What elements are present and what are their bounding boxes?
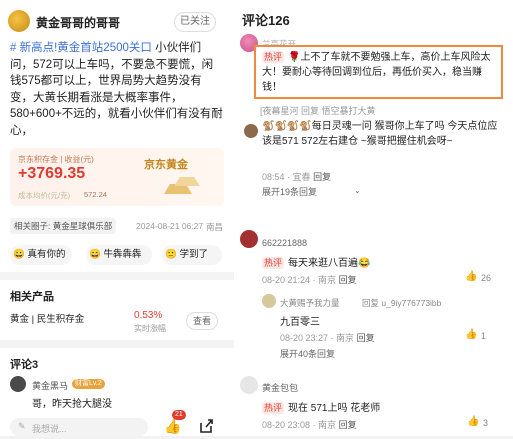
like-count: 3: [483, 418, 489, 428]
post-text: 小伙伴们问，572可以上车吗，不要急不要慌，闲钱575都可以上，世界局势大趋势没…: [10, 42, 223, 137]
reaction-label: 学到了: [179, 249, 208, 260]
holding-cost-value: 572.24: [84, 190, 107, 199]
hot-comment-text: 热评 🌹上不了车就不要勉强上车，高价上车风险太大！要耐心等待回调到位后，再低价买入…: [262, 50, 498, 95]
highlighted-comment: 热评 🌹上不了车就不要勉强上车，高价上车风险太大！要耐心等待回调到位后，再低价买入…: [254, 45, 503, 99]
slight-smile-icon: 🙂: [165, 249, 177, 260]
commenter-name[interactable]: 黄金包包: [262, 381, 298, 394]
holding-cost-label: 成本均价(元/克): [18, 191, 71, 200]
reaction-label: 牛犇犇犇: [103, 249, 142, 260]
related-products: 相关产品 黄金 | 民生积存金 0.53% 实时涨幅 查看: [0, 280, 234, 340]
commenter-avatar[interactable]: [240, 230, 258, 248]
comment-time: 08:54: [262, 172, 285, 182]
like-count-badge: 21: [172, 410, 186, 420]
commenter-avatar[interactable]: [10, 376, 26, 392]
like-count: 26: [481, 273, 492, 283]
like-count: 1: [481, 331, 487, 341]
comments-count-title: 评论126: [242, 13, 290, 28]
product-name[interactable]: 黄金 | 民生积存金: [10, 311, 84, 325]
reply-meta: [夜幕星河 回复 悟空暴打大黄: [260, 106, 376, 116]
post-timestamp: 2024-08-21 06:27: [136, 221, 204, 231]
comment-place: 南京: [318, 420, 337, 430]
comment-text: 现在 571上吗 花老师: [288, 403, 381, 414]
post-topic-link[interactable]: 黄金首站2500关口: [57, 42, 152, 54]
comment-text: 每天来逛八百遍😂: [288, 258, 371, 269]
reply-avatar[interactable]: [244, 124, 258, 138]
holding-card[interactable]: 京东积存金 | 收益(元) +3769.35 成本均价(元/克) 572.24 …: [10, 148, 224, 206]
reaction-niubenben[interactable]: 😄 牛犇犇犇: [86, 245, 152, 265]
commenter-name[interactable]: 662221888: [262, 238, 307, 248]
brand-logo: 京东黄金: [144, 159, 188, 171]
comment-text: 九百零三: [280, 317, 320, 328]
follow-button[interactable]: 已关注: [174, 12, 216, 32]
comment-place: 南京: [318, 275, 337, 285]
reply-button[interactable]: 回复: [339, 275, 357, 285]
post-body: # 新高点!黄金首站2500关口 小伙伴们问，572可以上车吗，不要急不要慌，闲…: [10, 40, 224, 139]
chevron-down-icon[interactable]: ⌄: [354, 186, 361, 195]
reaction-label: 真有你的: [27, 249, 66, 260]
thumbs-up-icon[interactable]: 👍: [465, 329, 477, 340]
hot-badge: 热评: [262, 51, 285, 63]
pencil-icon: ✎: [18, 421, 26, 431]
post-location: 南昌: [206, 222, 224, 232]
post-panel: 黄金哥哥的哥哥 已关注 # 新高点!黄金首站2500关口 小伙伴们问，572可以…: [0, 0, 234, 436]
comment-text: 🐒🐒🐒🐒每日灵魂一问 猴哥你上车了吗 今天点位应该是571 572左右建仓 ~猴…: [262, 121, 498, 147]
author-name[interactable]: 黄金哥哥的哥哥: [36, 14, 120, 31]
gold-bars-icon: [160, 174, 202, 196]
reaction-zhenyounide[interactable]: 😀 真有你的: [10, 245, 72, 265]
commenter-avatar[interactable]: [240, 376, 258, 394]
comment-line: 热评 现在 571上吗 花老师: [262, 399, 380, 414]
reply-button[interactable]: 回复: [339, 420, 357, 430]
post-card: 黄金哥哥的哥哥 已关注 # 新高点!黄金首站2500关口 小伙伴们问，572可以…: [0, 0, 234, 242]
related-title: 相关产品: [10, 291, 54, 303]
expand-replies[interactable]: 展开40条回复: [280, 347, 335, 360]
level-badge: 财富Lv.2: [72, 379, 105, 389]
hot-badge: 热评: [262, 257, 285, 269]
comment-time: 08-20 23:27: [280, 333, 329, 343]
related-circle-tag[interactable]: 相关圈子: 黄金星球俱乐部: [10, 218, 117, 234]
post-topic-tag[interactable]: # 新高点!: [10, 42, 57, 54]
comment-input[interactable]: ✎ 我想说...: [10, 418, 148, 436]
comment-place: 南京: [336, 333, 355, 343]
expand-replies[interactable]: 展开19条回复: [262, 185, 317, 198]
thumbs-up-icon[interactable]: 👍: [467, 416, 479, 427]
comment-time: 08-20 23:08: [262, 420, 311, 430]
smile-icon: 😄: [89, 249, 101, 260]
comment-text: 哥，昨天抢大腿没: [32, 399, 112, 410]
author-avatar[interactable]: [8, 10, 30, 32]
comments-panel: 评论126 兰亭花开 热评 🌹上不了车就不要勉强上车，高价上车风险太大！要耐心等待…: [234, 0, 513, 436]
comments-title: 评论3: [10, 359, 39, 371]
reply-button[interactable]: 回复: [313, 172, 331, 182]
reply-avatar[interactable]: [262, 294, 276, 308]
holding-value: +3769.35: [18, 165, 86, 182]
view-product-button[interactable]: 查看: [186, 312, 218, 330]
product-rate: 0.53%: [134, 310, 163, 321]
comment-time: 08-20 21:24: [262, 275, 311, 285]
reply-target: 回复 u_9iy776773ibb: [362, 298, 442, 308]
comment-place: 宜春: [292, 172, 311, 182]
share-icon[interactable]: [198, 418, 214, 434]
comment-input-placeholder: 我想说...: [32, 424, 67, 434]
thumbs-up-icon[interactable]: 👍: [164, 418, 181, 435]
product-rate-label: 实时涨幅: [134, 324, 166, 333]
commenter-name[interactable]: 大黄赐予我力量: [280, 297, 340, 309]
comment-line: 热评 每天来逛八百遍😂: [262, 254, 370, 269]
left-comments: 评论3 黄金黑马 财富Lv.2 哥，昨天抢大腿没 ✎ 我想说... 👍 21: [0, 348, 234, 436]
grin-icon: 😀: [13, 249, 25, 260]
thumbs-up-icon[interactable]: 👍: [465, 271, 477, 282]
commenter-name[interactable]: 黄金黑马: [32, 379, 68, 392]
comment-text: 🌹上不了车就不要勉强上车，高价上车风险太大！要耐心等待回调到位后，再低价买入，稳…: [262, 52, 491, 93]
reaction-xuedaole[interactable]: 🙂 学到了: [162, 245, 222, 265]
reaction-bar: 😀 真有你的 😄 牛犇犇犇 🙂 学到了: [0, 242, 234, 272]
hot-badge: 热评: [262, 402, 285, 414]
reply-button[interactable]: 回复: [357, 333, 375, 343]
holding-label: 京东积存金 | 收益(元): [18, 155, 94, 164]
